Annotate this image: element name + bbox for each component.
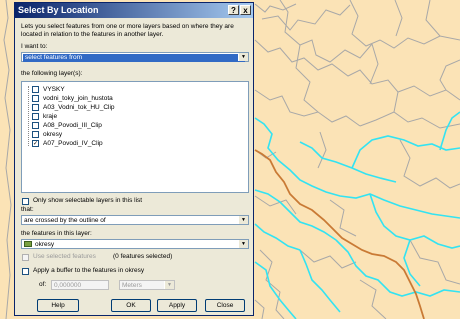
following-layers-label: the following layer(s):	[21, 70, 83, 77]
layer-checkbox[interactable]	[32, 86, 39, 93]
that-label: that:	[21, 206, 34, 213]
dialog-title: Select By Location	[18, 5, 99, 15]
use-selected-checkbox[interactable]	[22, 254, 29, 261]
chevron-down-icon[interactable]: ▼	[238, 53, 248, 61]
spatial-relation-dropdown[interactable]: are crossed by the outline of ▼	[21, 215, 249, 225]
selection-method-dropdown[interactable]: select features from ▼	[21, 52, 249, 62]
help-titlebar-button[interactable]: ?	[228, 5, 239, 15]
chevron-down-icon[interactable]: ▼	[238, 240, 248, 248]
target-layers-list[interactable]: VYSKY vodni_toky_join_hustota A03_Vodni_…	[21, 81, 249, 193]
buffer-distance-value: 0,000000	[54, 282, 82, 289]
close-titlebar-button[interactable]: x	[240, 5, 251, 15]
chevron-down-icon[interactable]: ▼	[164, 281, 174, 289]
layer-name: okresy	[43, 131, 63, 138]
buffer-unit-dropdown[interactable]: Meters ▼	[119, 280, 175, 290]
ok-button[interactable]: OK	[111, 299, 151, 312]
layer-checkbox-checked[interactable]: ✓	[32, 140, 39, 147]
layer-name: A03_Vodni_tok_HU_Clip	[43, 104, 115, 111]
i-want-to-label: I want to:	[21, 43, 48, 50]
buffer-of-label: of:	[39, 281, 47, 288]
apply-buffer-label: Apply a buffer to the features in okresy	[33, 267, 145, 274]
select-by-location-dialog: Select By Location ? x Lets you select f…	[14, 2, 254, 316]
use-selected-label: Use selected features	[33, 253, 96, 260]
layer-name: kraje	[43, 113, 58, 120]
dialog-titlebar[interactable]: Select By Location ? x	[15, 3, 253, 18]
spatial-relation-value: are crossed by the outline of	[24, 217, 106, 224]
intro-text: Lets you select features from one or mor…	[21, 23, 234, 38]
features-in-layer-label: the features in this layer:	[21, 230, 92, 237]
layer-name: A08_Povodi_III_Clip	[43, 122, 102, 129]
buffer-distance-input[interactable]: 0,000000	[51, 280, 109, 290]
layer-name: vodni_toky_join_hustota	[43, 95, 113, 102]
layer-checkbox[interactable]	[32, 95, 39, 102]
layer-checkbox[interactable]	[32, 104, 39, 111]
buffer-unit-value: Meters	[122, 282, 142, 289]
help-button[interactable]: Help	[37, 299, 79, 312]
close-button[interactable]: Close	[205, 299, 245, 312]
layer-checkbox[interactable]	[32, 122, 39, 129]
layer-checkbox[interactable]	[32, 113, 39, 120]
features-selected-count: (0 features selected)	[113, 253, 173, 260]
layer-checkbox[interactable]	[32, 131, 39, 138]
only-selectable-label: Only show selectable layers in this list	[33, 197, 143, 204]
layer-name: A07_Povodi_IV_Clip	[43, 140, 103, 147]
only-selectable-checkbox[interactable]	[22, 198, 29, 205]
source-layer-value: okresy	[35, 241, 55, 248]
apply-buffer-checkbox[interactable]	[22, 268, 29, 275]
polygon-layer-icon	[24, 241, 32, 247]
apply-button[interactable]: Apply	[157, 299, 197, 312]
layer-name: VYSKY	[43, 86, 65, 93]
tree-connector	[28, 86, 30, 146]
selection-method-value: select features from	[23, 54, 245, 62]
chevron-down-icon[interactable]: ▼	[238, 216, 248, 224]
source-layer-dropdown[interactable]: okresy ▼	[21, 239, 249, 249]
